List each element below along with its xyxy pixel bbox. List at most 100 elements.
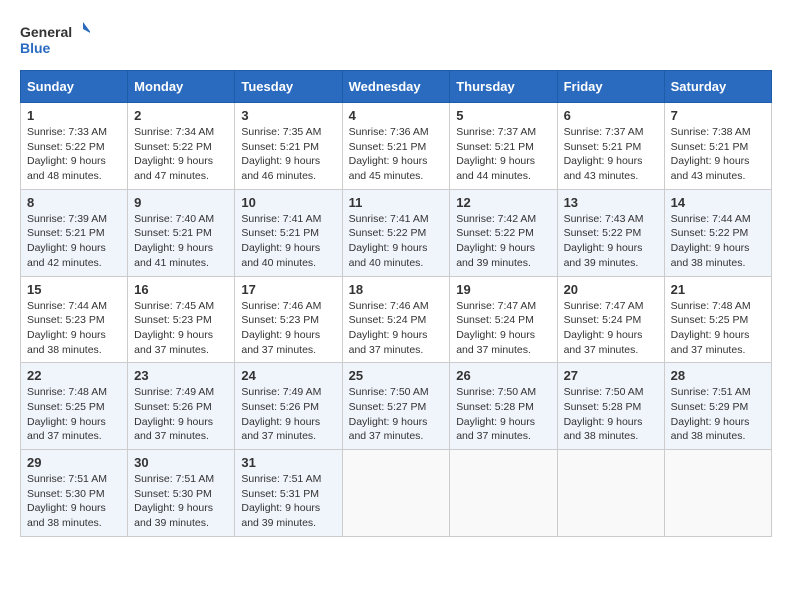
day-info: Sunrise: 7:50 AM Sunset: 5:28 PM Dayligh…	[564, 385, 658, 444]
calendar-cell: 18 Sunrise: 7:46 AM Sunset: 5:24 PM Dayl…	[342, 276, 450, 363]
day-number: 20	[564, 282, 658, 297]
day-number: 7	[671, 108, 765, 123]
day-info: Sunrise: 7:47 AM Sunset: 5:24 PM Dayligh…	[456, 299, 550, 358]
day-number: 31	[241, 455, 335, 470]
day-info: Sunrise: 7:51 AM Sunset: 5:31 PM Dayligh…	[241, 472, 335, 531]
day-number: 15	[27, 282, 121, 297]
day-number: 13	[564, 195, 658, 210]
calendar-table: SundayMondayTuesdayWednesdayThursdayFrid…	[20, 70, 772, 537]
calendar-cell: 19 Sunrise: 7:47 AM Sunset: 5:24 PM Dayl…	[450, 276, 557, 363]
column-header-wednesday: Wednesday	[342, 71, 450, 103]
day-number: 24	[241, 368, 335, 383]
calendar-cell: 21 Sunrise: 7:48 AM Sunset: 5:25 PM Dayl…	[664, 276, 771, 363]
day-info: Sunrise: 7:50 AM Sunset: 5:28 PM Dayligh…	[456, 385, 550, 444]
day-info: Sunrise: 7:37 AM Sunset: 5:21 PM Dayligh…	[456, 125, 550, 184]
calendar-cell: 16 Sunrise: 7:45 AM Sunset: 5:23 PM Dayl…	[128, 276, 235, 363]
day-number: 2	[134, 108, 228, 123]
day-number: 16	[134, 282, 228, 297]
calendar-cell: 28 Sunrise: 7:51 AM Sunset: 5:29 PM Dayl…	[664, 363, 771, 450]
day-info: Sunrise: 7:37 AM Sunset: 5:21 PM Dayligh…	[564, 125, 658, 184]
day-info: Sunrise: 7:49 AM Sunset: 5:26 PM Dayligh…	[134, 385, 228, 444]
day-info: Sunrise: 7:51 AM Sunset: 5:30 PM Dayligh…	[134, 472, 228, 531]
svg-text:Blue: Blue	[20, 40, 51, 56]
day-number: 21	[671, 282, 765, 297]
calendar-cell: 30 Sunrise: 7:51 AM Sunset: 5:30 PM Dayl…	[128, 450, 235, 537]
logo-svg: General Blue	[20, 20, 90, 60]
calendar-cell: 13 Sunrise: 7:43 AM Sunset: 5:22 PM Dayl…	[557, 189, 664, 276]
day-info: Sunrise: 7:51 AM Sunset: 5:30 PM Dayligh…	[27, 472, 121, 531]
day-info: Sunrise: 7:46 AM Sunset: 5:23 PM Dayligh…	[241, 299, 335, 358]
day-info: Sunrise: 7:33 AM Sunset: 5:22 PM Dayligh…	[27, 125, 121, 184]
day-number: 19	[456, 282, 550, 297]
calendar-cell: 27 Sunrise: 7:50 AM Sunset: 5:28 PM Dayl…	[557, 363, 664, 450]
day-number: 1	[27, 108, 121, 123]
day-number: 18	[349, 282, 444, 297]
day-number: 22	[27, 368, 121, 383]
calendar-cell: 23 Sunrise: 7:49 AM Sunset: 5:26 PM Dayl…	[128, 363, 235, 450]
column-header-friday: Friday	[557, 71, 664, 103]
calendar-cell	[664, 450, 771, 537]
day-number: 6	[564, 108, 658, 123]
day-info: Sunrise: 7:43 AM Sunset: 5:22 PM Dayligh…	[564, 212, 658, 271]
day-number: 4	[349, 108, 444, 123]
calendar-cell: 1 Sunrise: 7:33 AM Sunset: 5:22 PM Dayli…	[21, 103, 128, 190]
day-info: Sunrise: 7:51 AM Sunset: 5:29 PM Dayligh…	[671, 385, 765, 444]
day-info: Sunrise: 7:45 AM Sunset: 5:23 PM Dayligh…	[134, 299, 228, 358]
day-number: 8	[27, 195, 121, 210]
column-header-monday: Monday	[128, 71, 235, 103]
day-number: 25	[349, 368, 444, 383]
day-number: 27	[564, 368, 658, 383]
day-number: 23	[134, 368, 228, 383]
day-number: 14	[671, 195, 765, 210]
day-number: 5	[456, 108, 550, 123]
day-number: 30	[134, 455, 228, 470]
calendar-cell: 10 Sunrise: 7:41 AM Sunset: 5:21 PM Dayl…	[235, 189, 342, 276]
day-info: Sunrise: 7:42 AM Sunset: 5:22 PM Dayligh…	[456, 212, 550, 271]
calendar-cell: 6 Sunrise: 7:37 AM Sunset: 5:21 PM Dayli…	[557, 103, 664, 190]
day-info: Sunrise: 7:36 AM Sunset: 5:21 PM Dayligh…	[349, 125, 444, 184]
calendar-cell: 29 Sunrise: 7:51 AM Sunset: 5:30 PM Dayl…	[21, 450, 128, 537]
calendar-cell	[342, 450, 450, 537]
day-number: 12	[456, 195, 550, 210]
day-info: Sunrise: 7:35 AM Sunset: 5:21 PM Dayligh…	[241, 125, 335, 184]
page-header: General Blue	[20, 20, 772, 60]
day-number: 11	[349, 195, 444, 210]
calendar-cell: 15 Sunrise: 7:44 AM Sunset: 5:23 PM Dayl…	[21, 276, 128, 363]
column-header-saturday: Saturday	[664, 71, 771, 103]
calendar-cell: 31 Sunrise: 7:51 AM Sunset: 5:31 PM Dayl…	[235, 450, 342, 537]
column-header-thursday: Thursday	[450, 71, 557, 103]
day-info: Sunrise: 7:44 AM Sunset: 5:22 PM Dayligh…	[671, 212, 765, 271]
column-header-sunday: Sunday	[21, 71, 128, 103]
calendar-cell: 20 Sunrise: 7:47 AM Sunset: 5:24 PM Dayl…	[557, 276, 664, 363]
day-number: 29	[27, 455, 121, 470]
day-info: Sunrise: 7:48 AM Sunset: 5:25 PM Dayligh…	[27, 385, 121, 444]
day-info: Sunrise: 7:41 AM Sunset: 5:21 PM Dayligh…	[241, 212, 335, 271]
calendar-cell	[450, 450, 557, 537]
day-number: 3	[241, 108, 335, 123]
day-info: Sunrise: 7:46 AM Sunset: 5:24 PM Dayligh…	[349, 299, 444, 358]
calendar-cell: 12 Sunrise: 7:42 AM Sunset: 5:22 PM Dayl…	[450, 189, 557, 276]
calendar-cell	[557, 450, 664, 537]
calendar-cell: 22 Sunrise: 7:48 AM Sunset: 5:25 PM Dayl…	[21, 363, 128, 450]
day-info: Sunrise: 7:41 AM Sunset: 5:22 PM Dayligh…	[349, 212, 444, 271]
day-number: 17	[241, 282, 335, 297]
calendar-cell: 8 Sunrise: 7:39 AM Sunset: 5:21 PM Dayli…	[21, 189, 128, 276]
calendar-cell: 3 Sunrise: 7:35 AM Sunset: 5:21 PM Dayli…	[235, 103, 342, 190]
day-info: Sunrise: 7:50 AM Sunset: 5:27 PM Dayligh…	[349, 385, 444, 444]
day-number: 26	[456, 368, 550, 383]
calendar-cell: 4 Sunrise: 7:36 AM Sunset: 5:21 PM Dayli…	[342, 103, 450, 190]
day-info: Sunrise: 7:47 AM Sunset: 5:24 PM Dayligh…	[564, 299, 658, 358]
calendar-cell: 25 Sunrise: 7:50 AM Sunset: 5:27 PM Dayl…	[342, 363, 450, 450]
day-number: 9	[134, 195, 228, 210]
calendar-cell: 14 Sunrise: 7:44 AM Sunset: 5:22 PM Dayl…	[664, 189, 771, 276]
svg-text:General: General	[20, 24, 72, 40]
day-info: Sunrise: 7:44 AM Sunset: 5:23 PM Dayligh…	[27, 299, 121, 358]
day-info: Sunrise: 7:49 AM Sunset: 5:26 PM Dayligh…	[241, 385, 335, 444]
day-info: Sunrise: 7:40 AM Sunset: 5:21 PM Dayligh…	[134, 212, 228, 271]
calendar-cell: 26 Sunrise: 7:50 AM Sunset: 5:28 PM Dayl…	[450, 363, 557, 450]
day-info: Sunrise: 7:48 AM Sunset: 5:25 PM Dayligh…	[671, 299, 765, 358]
day-info: Sunrise: 7:39 AM Sunset: 5:21 PM Dayligh…	[27, 212, 121, 271]
calendar-cell: 9 Sunrise: 7:40 AM Sunset: 5:21 PM Dayli…	[128, 189, 235, 276]
day-number: 10	[241, 195, 335, 210]
calendar-cell: 5 Sunrise: 7:37 AM Sunset: 5:21 PM Dayli…	[450, 103, 557, 190]
